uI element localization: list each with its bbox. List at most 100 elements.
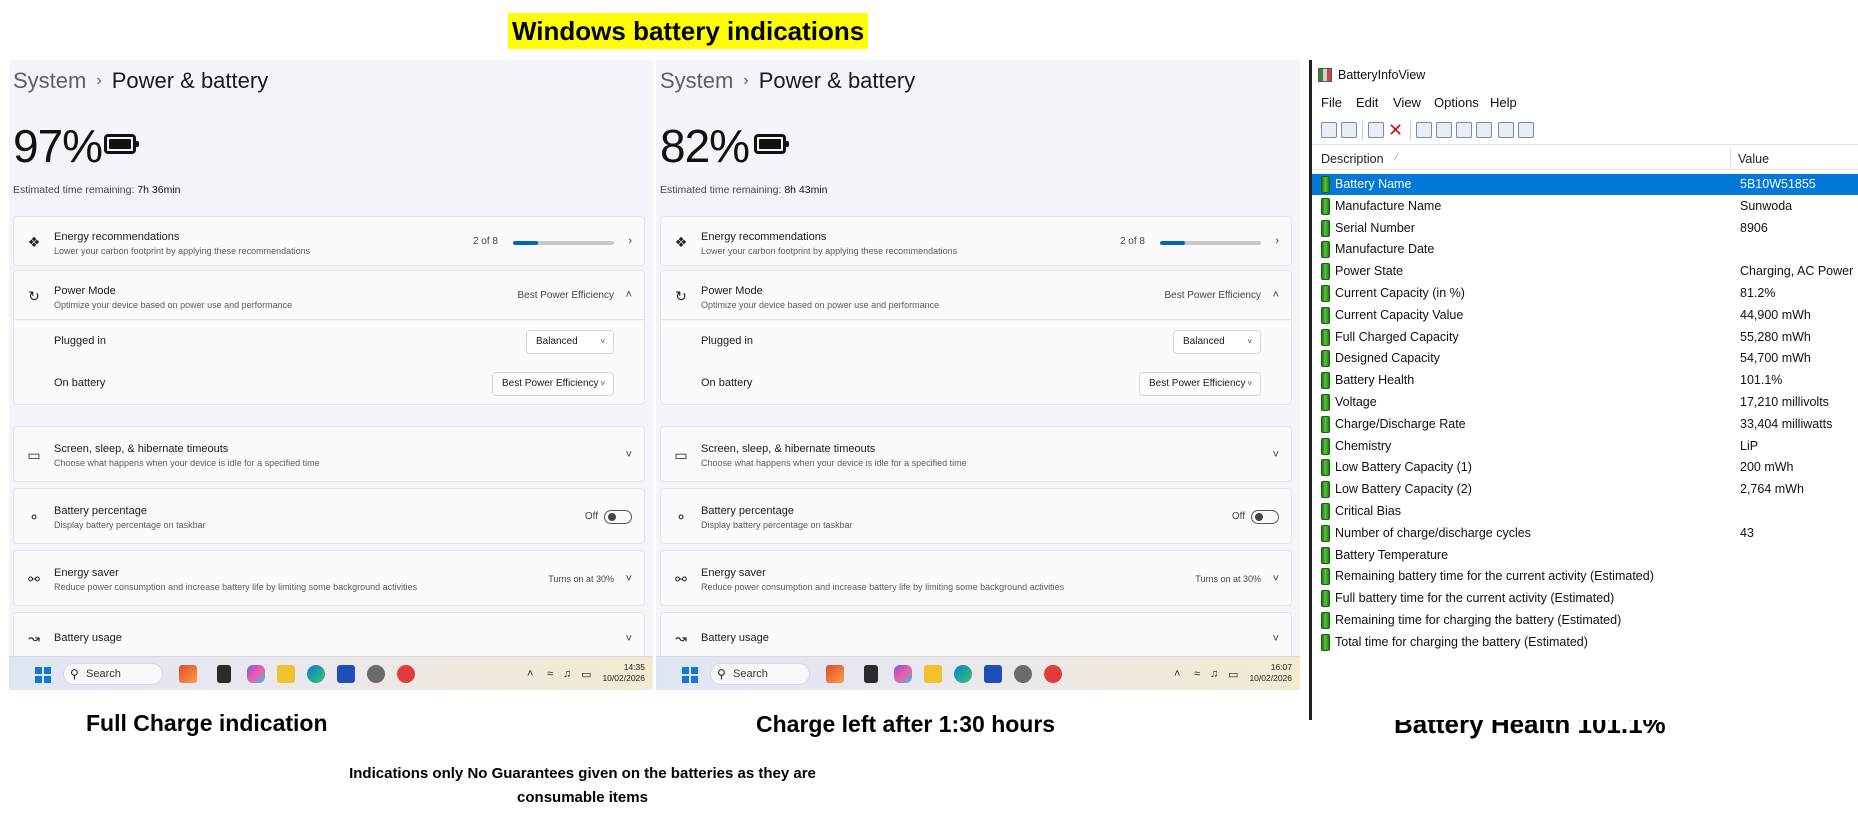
clipboard-icon[interactable] bbox=[1341, 122, 1357, 138]
chart-icon: ↝ bbox=[675, 630, 687, 646]
breadcrumb-system[interactable]: System bbox=[13, 68, 86, 93]
menu-edit[interactable]: Edit bbox=[1356, 95, 1378, 110]
battery-info-row[interactable]: Number of charge/discharge cycles 43 bbox=[1312, 523, 1858, 544]
refresh-icon[interactable] bbox=[1436, 122, 1452, 138]
battery-info-row[interactable]: Designed Capacity 54,700 mWh bbox=[1312, 348, 1858, 369]
battery-info-row[interactable]: Full Charged Capacity 55,280 mWh bbox=[1312, 327, 1858, 348]
battery-percentage-toggle[interactable] bbox=[604, 510, 632, 524]
options-icon[interactable] bbox=[1476, 122, 1492, 138]
properties-icon[interactable] bbox=[1321, 122, 1337, 138]
battery-info-row[interactable]: Power State Charging, AC Power bbox=[1312, 261, 1858, 282]
energy-recommendations-card[interactable]: ❖ Energy recommendations Lower your carb… bbox=[13, 216, 645, 266]
battery-info-row[interactable]: Manufacture Name Sunwoda bbox=[1312, 196, 1858, 217]
screen-sleep-card[interactable]: ▭ Screen, sleep, & hibernate timeouts Ch… bbox=[660, 426, 1292, 482]
chevron-down-icon[interactable]: ˅ bbox=[626, 449, 632, 461]
file-explorer-icon[interactable] bbox=[924, 665, 942, 683]
screen-sleep-card[interactable]: ▭ Screen, sleep, & hibernate timeouts Ch… bbox=[13, 426, 645, 482]
task-view-icon[interactable] bbox=[864, 665, 878, 683]
energy-saver-card[interactable]: ⚯ Energy saver Reduce power consumption … bbox=[660, 550, 1292, 606]
battery-info-row[interactable]: Current Capacity Value 44,900 mWh bbox=[1312, 305, 1858, 326]
wifi-icon[interactable]: ≈ bbox=[547, 668, 553, 680]
exit-icon[interactable] bbox=[1518, 122, 1534, 138]
battery-info-row[interactable]: Voltage 17,210 millivolts bbox=[1312, 392, 1858, 413]
taskbar-clock[interactable]: 14:35 10/02/2026 bbox=[602, 662, 645, 684]
app-icon[interactable] bbox=[397, 665, 415, 683]
chevron-down-icon[interactable]: ˅ bbox=[1273, 573, 1279, 585]
energy-recommendations-card[interactable]: ❖ Energy recommendations Lower your carb… bbox=[660, 216, 1292, 266]
battery-info-row[interactable]: Low Battery Capacity (2) 2,764 mWh bbox=[1312, 479, 1858, 500]
settings-gear-icon[interactable] bbox=[1014, 665, 1032, 683]
file-explorer-icon[interactable] bbox=[277, 665, 295, 683]
store-icon[interactable] bbox=[984, 665, 1002, 683]
battery-info-row[interactable]: Total time for charging the battery (Est… bbox=[1312, 632, 1858, 653]
volume-icon[interactable]: ♫ bbox=[1210, 668, 1218, 680]
widgets-icon[interactable] bbox=[179, 665, 197, 683]
wifi-icon[interactable]: ≈ bbox=[1194, 668, 1200, 680]
chevron-down-icon[interactable]: ˅ bbox=[626, 573, 632, 585]
menu-options[interactable]: Options bbox=[1434, 95, 1479, 110]
battery-info-row[interactable]: Charge/Discharge Rate 33,404 milliwatts bbox=[1312, 414, 1858, 435]
window-icon[interactable] bbox=[1368, 122, 1384, 138]
plugged-in-dropdown[interactable]: Balanced ˅ bbox=[1173, 330, 1261, 354]
task-view-icon[interactable] bbox=[217, 665, 231, 683]
store-icon[interactable] bbox=[337, 665, 355, 683]
tray-battery-icon[interactable]: ▭ bbox=[581, 668, 591, 681]
windows-start-icon[interactable] bbox=[682, 667, 698, 683]
menu-help[interactable]: Help bbox=[1490, 95, 1517, 110]
battery-info-row[interactable]: Critical Bias bbox=[1312, 501, 1858, 522]
edge-icon[interactable] bbox=[954, 665, 972, 683]
taskbar-search[interactable]: ⚲ Search bbox=[63, 663, 163, 685]
battery-info-row[interactable]: Remaining battery time for the current a… bbox=[1312, 566, 1858, 587]
menu-view[interactable]: View bbox=[1393, 95, 1421, 110]
chevron-down-icon[interactable]: ˅ bbox=[626, 633, 632, 645]
windows-start-icon[interactable] bbox=[35, 667, 51, 683]
energy-saver-card[interactable]: ⚯ Energy saver Reduce power consumption … bbox=[13, 550, 645, 606]
power-mode-card[interactable]: ↻ Power Mode Optimize your device based … bbox=[660, 270, 1292, 320]
power-mode-value: Best Power Efficiency bbox=[517, 290, 614, 301]
battery-info-row[interactable]: Battery Name 5B10W51855 bbox=[1312, 174, 1858, 195]
app-icon[interactable] bbox=[1044, 665, 1062, 683]
breadcrumb-system[interactable]: System bbox=[660, 68, 733, 93]
chevron-right-icon[interactable]: › bbox=[1275, 235, 1279, 247]
taskbar-clock[interactable]: 16:07 10/02/2026 bbox=[1249, 662, 1292, 684]
menu-file[interactable]: File bbox=[1321, 95, 1342, 110]
save-icon[interactable] bbox=[1416, 122, 1432, 138]
chevron-up-icon[interactable]: ˄ bbox=[527, 668, 533, 680]
battery-info-row[interactable]: Remaining time for charging the battery … bbox=[1312, 610, 1858, 631]
settings-gear-icon[interactable] bbox=[367, 665, 385, 683]
copy-icon[interactable] bbox=[1456, 122, 1472, 138]
column-description[interactable]: Description bbox=[1321, 152, 1384, 166]
battery-info-row[interactable]: Chemistry LiP bbox=[1312, 436, 1858, 457]
battery-percentage-toggle[interactable] bbox=[1251, 510, 1279, 524]
chevron-up-icon[interactable]: ˄ bbox=[626, 289, 632, 301]
delete-icon[interactable]: ✕ bbox=[1388, 121, 1404, 139]
chevron-down-icon[interactable]: ˅ bbox=[1273, 449, 1279, 461]
plugged-in-dropdown[interactable]: Balanced ˅ bbox=[526, 330, 614, 354]
battery-info-row[interactable]: Serial Number 8906 bbox=[1312, 218, 1858, 239]
chevron-up-icon[interactable]: ˄ bbox=[1174, 668, 1180, 680]
find-icon[interactable] bbox=[1498, 122, 1514, 138]
edge-icon[interactable] bbox=[307, 665, 325, 683]
battery-info-row[interactable]: Battery Health 101.1% bbox=[1312, 370, 1858, 391]
power-mode-card[interactable]: ↻ Power Mode Optimize your device based … bbox=[13, 270, 645, 320]
battery-info-row[interactable]: Manufacture Date bbox=[1312, 239, 1858, 260]
energy-saver-desc: Reduce power consumption and increase ba… bbox=[54, 582, 418, 592]
volume-icon[interactable]: ♫ bbox=[563, 668, 571, 680]
on-battery-dropdown[interactable]: Best Power Efficiency ˅ bbox=[492, 372, 614, 396]
copilot-icon[interactable] bbox=[894, 665, 912, 683]
chevron-up-icon[interactable]: ˄ bbox=[1273, 289, 1279, 301]
widgets-icon[interactable] bbox=[826, 665, 844, 683]
battery-info-row[interactable]: Current Capacity (in %) 81.2% bbox=[1312, 283, 1858, 304]
tray-battery-icon[interactable]: ▭ bbox=[1228, 668, 1238, 681]
chevron-down-icon[interactable]: ˅ bbox=[1273, 633, 1279, 645]
battery-usage-card[interactable]: ↝ Battery usage ˅ bbox=[13, 612, 645, 658]
battery-info-row[interactable]: Full battery time for the current activi… bbox=[1312, 588, 1858, 609]
battery-info-row[interactable]: Battery Temperature bbox=[1312, 545, 1858, 566]
battery-usage-card[interactable]: ↝ Battery usage ˅ bbox=[660, 612, 1292, 658]
on-battery-dropdown[interactable]: Best Power Efficiency ˅ bbox=[1139, 372, 1261, 396]
chevron-right-icon[interactable]: › bbox=[628, 235, 632, 247]
copilot-icon[interactable] bbox=[247, 665, 265, 683]
taskbar-search[interactable]: ⚲ Search bbox=[710, 663, 810, 685]
battery-info-row[interactable]: Low Battery Capacity (1) 200 mWh bbox=[1312, 457, 1858, 478]
column-value[interactable]: Value bbox=[1738, 152, 1769, 166]
